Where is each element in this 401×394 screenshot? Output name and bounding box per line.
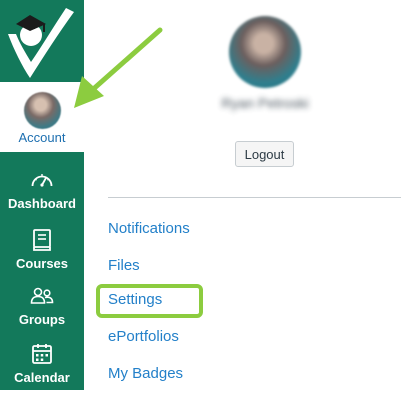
calendar-icon <box>32 344 52 364</box>
account-avatar[interactable] <box>24 92 61 129</box>
tray-link-my-badges[interactable]: My Badges <box>108 364 183 384</box>
logout-button[interactable]: Logout <box>235 141 294 167</box>
nav-item-dashboard[interactable]: Dashboard <box>0 164 84 220</box>
nav-label-groups: Groups <box>18 312 66 327</box>
tray-divider <box>108 197 401 198</box>
global-navigation: Account Dashboard Courses Groups Calenda… <box>0 0 84 390</box>
tray-link-notifications[interactable]: Notifications <box>108 219 190 239</box>
settings-highlight-box <box>96 284 203 318</box>
profile-name: Ryan Petroski <box>221 95 309 111</box>
nav-label-courses: Courses <box>15 256 69 271</box>
nav-item-courses[interactable]: Courses <box>0 224 84 280</box>
account-nav-label[interactable]: Account <box>0 130 84 146</box>
tray-link-eportfolios[interactable]: ePortfolios <box>108 327 179 347</box>
groups-people-icon <box>30 287 54 304</box>
home-logo-link[interactable] <box>0 0 84 82</box>
nav-item-groups[interactable]: Groups <box>0 280 84 336</box>
courses-book-icon <box>33 229 51 251</box>
nav-label-dashboard: Dashboard <box>8 196 76 211</box>
tray-link-files[interactable]: Files <box>108 256 140 276</box>
institution-logo-icon <box>8 8 74 78</box>
dashboard-gauge-icon <box>31 174 53 187</box>
nav-label-calendar: Calendar <box>14 370 70 385</box>
nav-item-calendar[interactable]: Calendar <box>0 338 84 394</box>
profile-avatar <box>229 16 301 88</box>
